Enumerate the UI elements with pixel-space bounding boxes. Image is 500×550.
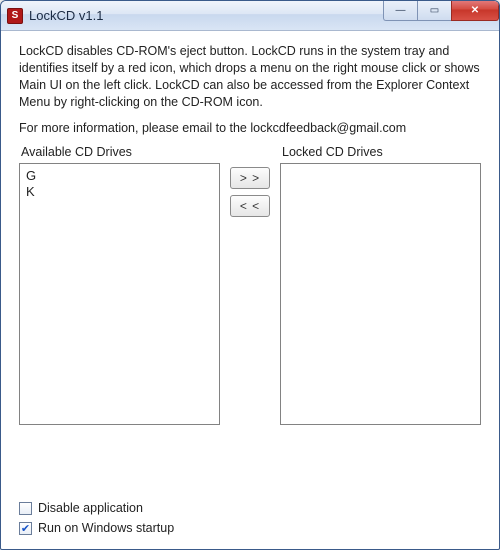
list-item[interactable]: G <box>26 168 213 184</box>
minimize-icon: — <box>396 5 406 16</box>
description-text: LockCD disables CD-ROM's eject button. L… <box>19 43 481 111</box>
window-controls: — ▭ ✕ <box>383 1 499 21</box>
close-icon: ✕ <box>471 5 479 16</box>
maximize-button[interactable]: ▭ <box>417 1 451 21</box>
app-icon: S <box>7 8 23 24</box>
app-window: S LockCD v1.1 — ▭ ✕ LockCD disables CD-R… <box>0 0 500 550</box>
window-title: LockCD v1.1 <box>29 8 103 23</box>
run-on-startup-row[interactable]: ✔ Run on Windows startup <box>19 521 481 535</box>
client-area: LockCD disables CD-ROM's eject button. L… <box>1 31 499 549</box>
run-on-startup-checkbox[interactable]: ✔ <box>19 522 32 535</box>
move-left-button[interactable]: < < <box>230 195 270 217</box>
info-line: For more information, please email to th… <box>19 121 481 135</box>
locked-listbox[interactable] <box>280 163 481 425</box>
close-button[interactable]: ✕ <box>451 1 499 21</box>
run-on-startup-label: Run on Windows startup <box>38 521 174 535</box>
minimize-button[interactable]: — <box>383 1 417 21</box>
maximize-icon: ▭ <box>430 5 439 16</box>
disable-application-checkbox[interactable] <box>19 502 32 515</box>
disable-application-label: Disable application <box>38 501 143 515</box>
options: Disable application ✔ Run on Windows sta… <box>19 501 481 535</box>
locked-label: Locked CD Drives <box>282 145 481 159</box>
available-listbox[interactable]: GK <box>19 163 220 425</box>
available-panel: Available CD Drives GK <box>19 145 220 425</box>
locked-panel: Locked CD Drives <box>280 145 481 425</box>
move-right-button[interactable]: > > <box>230 167 270 189</box>
list-item[interactable]: K <box>26 184 213 200</box>
available-label: Available CD Drives <box>21 145 220 159</box>
move-buttons: > > < < <box>230 145 270 217</box>
disable-application-row[interactable]: Disable application <box>19 501 481 515</box>
titlebar[interactable]: S LockCD v1.1 — ▭ ✕ <box>1 1 499 31</box>
drive-panels: Available CD Drives GK > > < < Locked CD… <box>19 145 481 488</box>
